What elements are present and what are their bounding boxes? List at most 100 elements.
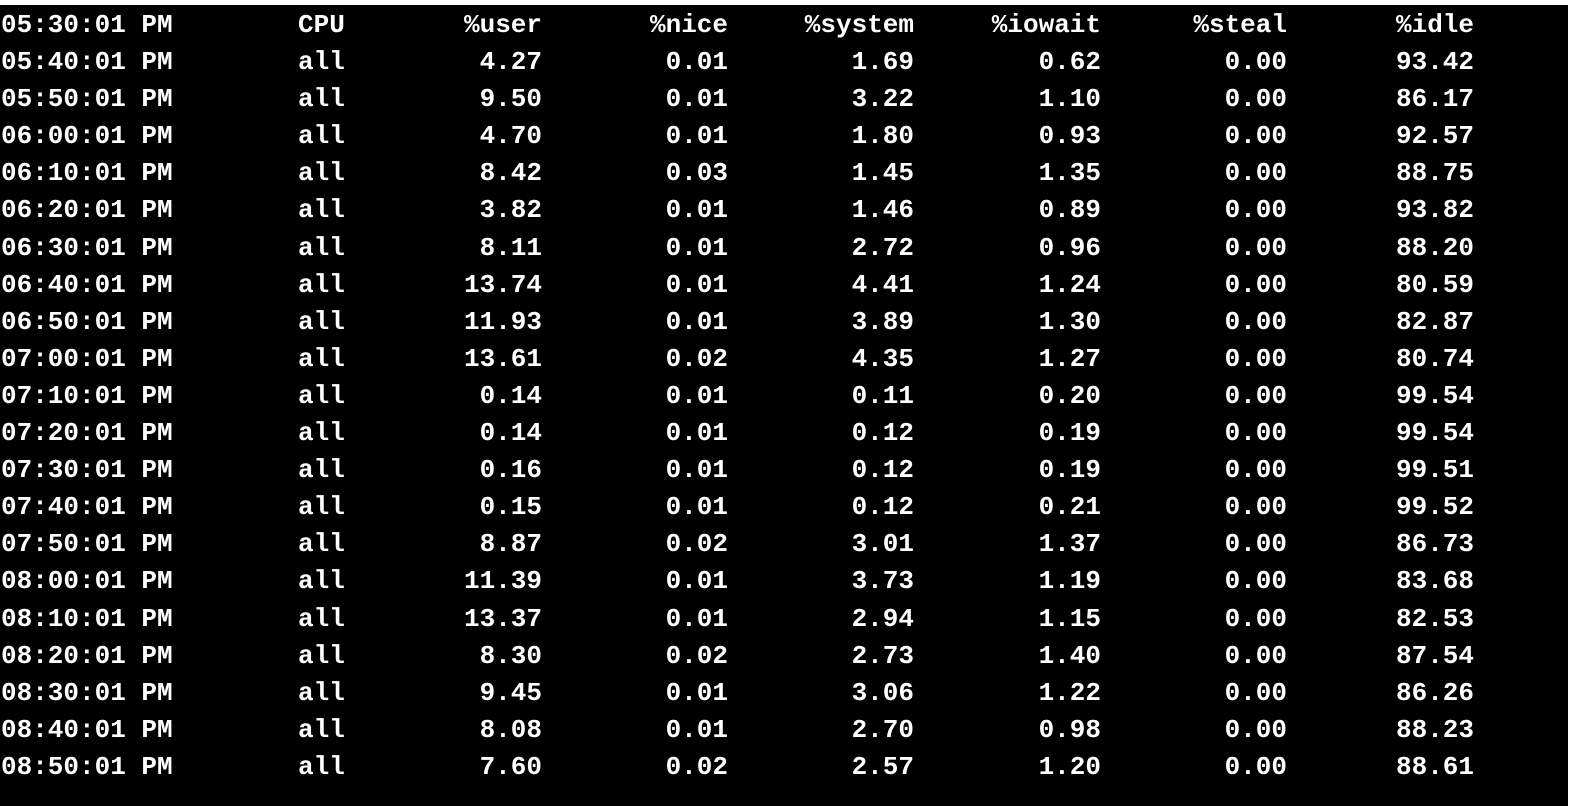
table-row: 07:30:01 PM all 0.16 0.01 0.12 0.19 0.00 99.51: [0, 452, 1568, 489]
cell-system: 3.89: [851, 306, 914, 337]
cell-system: 1.45: [851, 158, 914, 189]
table-row: 07:50:01 PM all 8.87 0.02 3.01 1.37 0.00 86.73: [0, 526, 1568, 563]
cell-idle: 88.20: [1395, 232, 1474, 263]
cell-idle: 88.75: [1395, 158, 1474, 189]
cell-cpu: all: [298, 492, 345, 523]
table-row: 05:40:01 PM all 4.27 0.01 1.69 0.62 0.00 93.42: [0, 44, 1568, 81]
cell-user: 4.70: [479, 121, 542, 152]
cell-iowait: 1.24: [1038, 269, 1101, 300]
cell-idle: 93.42: [1395, 47, 1474, 78]
cell-idle: 99.54: [1395, 418, 1474, 449]
cell-iowait: 1.22: [1038, 677, 1101, 708]
cell-idle: 99.51: [1395, 455, 1474, 486]
table-row: 08:30:01 PM all 9.45 0.01 3.06 1.22 0.00 86.26: [0, 675, 1568, 712]
cell-iowait: 1.20: [1038, 751, 1101, 782]
cell-time: 08:40:01 PM: [1, 714, 173, 745]
cell-idle: 99.54: [1395, 380, 1474, 411]
cell-user: 8.87: [479, 529, 542, 560]
cell-nice: 0.01: [665, 195, 728, 226]
table-row: 06:50:01 PM all 11.93 0.01 3.89 1.30 0.00 82.87: [0, 304, 1568, 341]
cell-system: 1.69: [851, 47, 914, 78]
cell-nice: 0.01: [665, 232, 728, 263]
cell-cpu: all: [298, 566, 345, 597]
cell-system: 2.94: [851, 603, 914, 634]
cell-system: 2.72: [851, 232, 914, 263]
cell-user: 0.14: [479, 418, 542, 449]
cell-time: 08:30:01 PM: [1, 677, 173, 708]
cell-system: 1.46: [851, 195, 914, 226]
cell-steal: 0.00: [1224, 529, 1287, 560]
cell-user: 8.30: [479, 640, 542, 671]
cell-iowait: 1.19: [1038, 566, 1101, 597]
cell-idle: 80.74: [1395, 343, 1474, 374]
cell-user: 13.74: [463, 269, 542, 300]
cell-cpu: all: [298, 158, 345, 189]
cell-idle: 93.82: [1395, 195, 1474, 226]
cell-system: 2.73: [851, 640, 914, 671]
cell-iowait: 1.35: [1038, 158, 1101, 189]
cell-nice: 0.01: [665, 47, 728, 78]
cell-iowait: 0.62: [1038, 47, 1101, 78]
cell-iowait: 0.20: [1038, 380, 1101, 411]
cell-steal: 0.00: [1224, 751, 1287, 782]
cell-idle: 82.87: [1395, 306, 1474, 337]
cell-cpu: all: [298, 269, 345, 300]
cell-nice: 0.01: [665, 455, 728, 486]
cell-idle: 86.26: [1395, 677, 1474, 708]
cell-idle: 82.53: [1395, 603, 1474, 634]
cell-iowait: 0.93: [1038, 121, 1101, 152]
cell-nice: 0.01: [665, 306, 728, 337]
cell-system: 3.73: [851, 566, 914, 597]
cell-user: 9.45: [479, 677, 542, 708]
cell-time: 06:20:01 PM: [1, 195, 173, 226]
cell-cpu: all: [298, 380, 345, 411]
cell-user: 13.61: [463, 343, 542, 374]
header-time: 05:30:01 PM: [1, 10, 173, 40]
cell-system: 4.35: [851, 343, 914, 374]
cell-system: 0.12: [851, 455, 914, 486]
table-row: 06:00:01 PM all 4.70 0.01 1.80 0.93 0.00 92.57: [0, 118, 1568, 155]
cell-steal: 0.00: [1224, 455, 1287, 486]
cell-idle: 87.54: [1395, 640, 1474, 671]
table-row: 06:40:01 PM all 13.74 0.01 4.41 1.24 0.00 80.59: [0, 267, 1568, 304]
cell-nice: 0.01: [665, 714, 728, 745]
cell-cpu: all: [298, 121, 345, 152]
cell-nice: 0.01: [665, 492, 728, 523]
header-cpu: CPU: [298, 10, 345, 40]
cell-iowait: 1.10: [1038, 84, 1101, 115]
cell-user: 9.50: [479, 84, 542, 115]
cell-iowait: 0.21: [1038, 492, 1101, 523]
cell-system: 0.12: [851, 492, 914, 523]
table-row: 08:00:01 PM all 11.39 0.01 3.73 1.19 0.00 83.68: [0, 563, 1568, 600]
cell-steal: 0.00: [1224, 269, 1287, 300]
table-body: 05:40:01 PM all 4.27 0.01 1.69 0.62 0.00 93.42 0…: [0, 44, 1568, 786]
cell-idle: 88.61: [1395, 751, 1474, 782]
cell-steal: 0.00: [1224, 306, 1287, 337]
cell-idle: 88.23: [1395, 714, 1474, 745]
cell-iowait: 0.19: [1038, 455, 1101, 486]
cell-steal: 0.00: [1224, 566, 1287, 597]
cell-time: 07:30:01 PM: [1, 455, 173, 486]
cell-steal: 0.00: [1224, 47, 1287, 78]
cell-idle: 80.59: [1395, 269, 1474, 300]
cell-idle: 86.73: [1395, 529, 1474, 560]
table-row: 08:40:01 PM all 8.08 0.01 2.70 0.98 0.00 88.23: [0, 712, 1568, 749]
cell-steal: 0.00: [1224, 492, 1287, 523]
cell-steal: 0.00: [1224, 121, 1287, 152]
cell-time: 08:10:01 PM: [1, 603, 173, 634]
cell-steal: 0.00: [1224, 714, 1287, 745]
cell-nice: 0.01: [665, 380, 728, 411]
table-row: 06:30:01 PM all 8.11 0.01 2.72 0.96 0.00 88.20: [0, 230, 1568, 267]
cell-iowait: 0.98: [1038, 714, 1101, 745]
cell-iowait: 1.40: [1038, 640, 1101, 671]
cell-time: 08:50:01 PM: [1, 751, 173, 782]
cell-cpu: all: [298, 714, 345, 745]
cell-idle: 99.52: [1395, 492, 1474, 523]
cell-time: 08:00:01 PM: [1, 566, 173, 597]
cell-iowait: 0.96: [1038, 232, 1101, 263]
cell-nice: 0.01: [665, 269, 728, 300]
table-header-row: 05:30:01 PM CPU %user %nice %system %iow…: [0, 7, 1568, 44]
cell-steal: 0.00: [1224, 677, 1287, 708]
table-row: 06:10:01 PM all 8.42 0.03 1.45 1.35 0.00 88.75: [0, 155, 1568, 192]
cell-nice: 0.01: [665, 677, 728, 708]
